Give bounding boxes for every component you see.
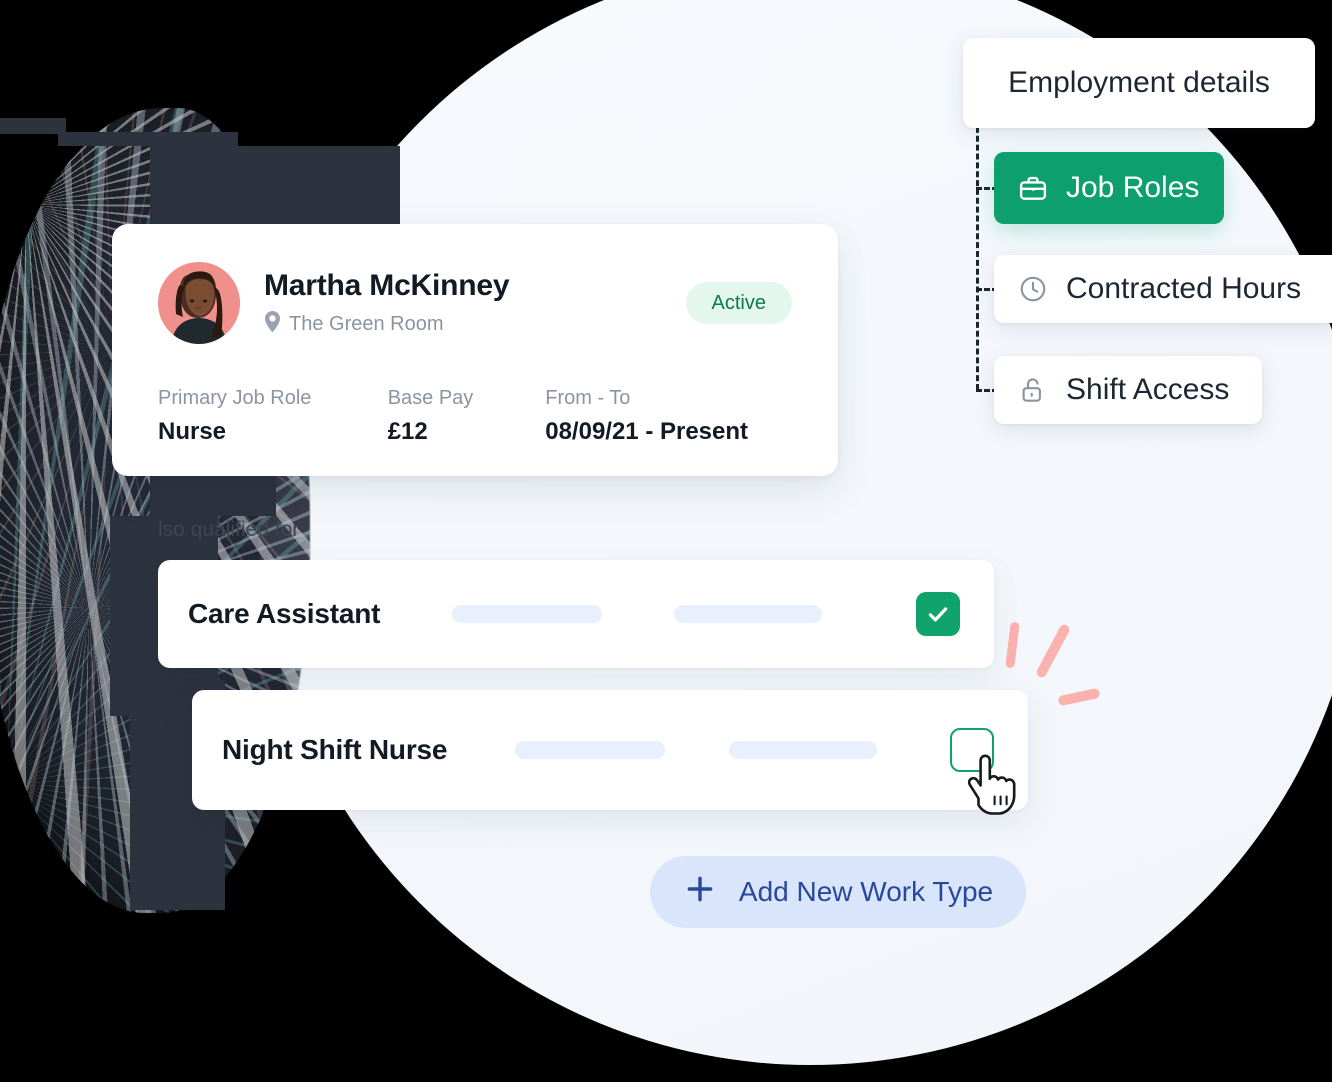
field-label: Primary Job Role (158, 387, 312, 409)
menu-item-label: Contracted Hours (1066, 272, 1302, 305)
profile-fields: Primary Job Role Nurse Base Pay £12 From… (158, 388, 792, 444)
skeleton-bar (729, 741, 878, 759)
field-base-pay: Base Pay £12 (388, 388, 546, 444)
field-primary-job-role: Primary Job Role Nurse (158, 388, 388, 444)
add-new-work-type-label: Add New Work Type (738, 876, 994, 907)
field-value: £12 (387, 418, 428, 445)
work-type-row-night-shift-nurse[interactable]: Night Shift Nurse (192, 690, 1028, 810)
field-label: From - To (545, 387, 631, 409)
plus-icon (683, 872, 717, 913)
screenshot-root: Employment details Job Roles Contracted … (0, 0, 1332, 1082)
checkbox-checked-icon[interactable] (916, 592, 960, 636)
employment-details-label: Employment details (1008, 66, 1270, 99)
clock-icon (1018, 274, 1048, 304)
work-type-row-care-assistant[interactable]: Care Assistant (158, 560, 994, 668)
menu-item-shift-access[interactable]: Shift Access (994, 356, 1262, 424)
skeleton-bar (674, 605, 823, 623)
noise-block (58, 132, 238, 146)
menu-item-contracted-hours[interactable]: Contracted Hours (994, 255, 1332, 323)
add-new-work-type-button[interactable]: Add New Work Type (650, 856, 1026, 928)
status-badge: Active (685, 282, 792, 324)
menu-item-label: Shift Access (1066, 373, 1230, 406)
employee-profile-card: Martha McKinney The Green Room Active Pr… (112, 224, 838, 476)
location-label: The Green Room (289, 312, 444, 335)
menu-item-job-roles[interactable]: Job Roles (994, 152, 1224, 224)
also-qualified-for-label: lso qualified for (158, 518, 300, 541)
checkbox-unchecked-icon[interactable] (950, 728, 994, 772)
employment-details-card[interactable]: Employment details (963, 38, 1315, 128)
profile-header: Martha McKinney The Green Room Active (158, 262, 792, 344)
employee-location: The Green Room (264, 310, 509, 338)
tree-connector-vertical (976, 118, 979, 390)
skeleton-bar (515, 741, 666, 759)
avatar (158, 262, 240, 344)
field-label: Base Pay (387, 387, 474, 409)
work-type-name: Night Shift Nurse (222, 734, 448, 765)
menu-item-label: Job Roles (1066, 171, 1200, 204)
unlock-icon (1018, 375, 1048, 405)
work-type-name: Care Assistant (188, 598, 381, 629)
briefcase-icon (1018, 173, 1048, 203)
noise-block (0, 118, 66, 134)
skeleton-bar (452, 605, 603, 623)
employee-name: Martha McKinney (264, 268, 510, 302)
profile-identity: Martha McKinney The Green Room (264, 268, 510, 338)
field-from-to: From - To 08/09/21 - Present (545, 388, 792, 444)
map-pin-icon (264, 310, 281, 338)
field-value: Nurse (158, 418, 227, 445)
field-value: 08/09/21 - Present (545, 418, 749, 445)
